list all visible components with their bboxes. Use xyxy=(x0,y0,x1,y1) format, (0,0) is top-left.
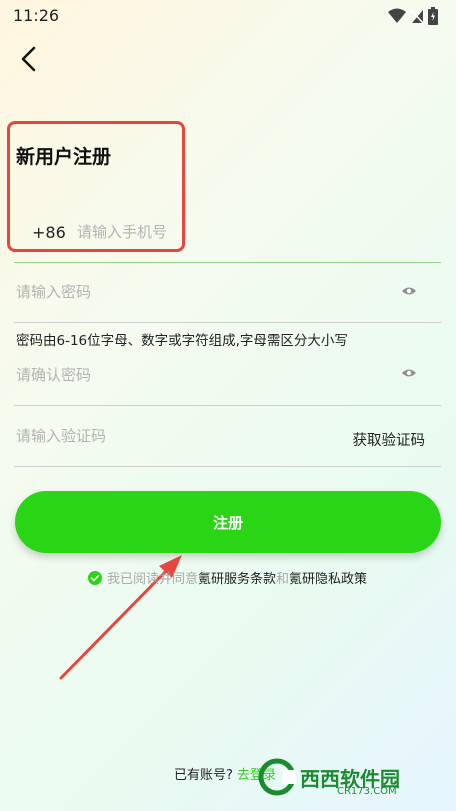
register-button[interactable]: 注册 xyxy=(15,491,441,553)
phone-input[interactable] xyxy=(77,221,337,243)
verification-code-underline xyxy=(14,466,441,467)
privacy-link[interactable]: 氪研隐私政策 xyxy=(289,568,367,587)
phone-input-underline xyxy=(14,262,441,263)
battery-icon xyxy=(428,7,438,25)
no-sim-icon xyxy=(410,9,424,24)
password-input-underline xyxy=(14,322,441,323)
back-arrow-icon[interactable] xyxy=(18,46,42,72)
agreement-row: 我已阅读并同意 氪研服务条款 和 氪研隐私政策 xyxy=(88,568,367,587)
status-icons xyxy=(388,7,438,25)
agreement-prefix: 我已阅读并同意 xyxy=(107,572,199,587)
eye-icon[interactable] xyxy=(402,368,416,378)
terms-link[interactable]: 氪研服务条款 xyxy=(198,568,276,587)
confirm-password-input[interactable] xyxy=(16,364,376,386)
watermark-url: CR173.COM xyxy=(337,786,397,797)
get-code-button[interactable]: 获取验证码 xyxy=(353,429,426,450)
confirm-password-underline xyxy=(14,405,441,406)
country-code[interactable]: +86 xyxy=(32,223,66,242)
status-time: 11:26 xyxy=(13,6,60,25)
password-input[interactable] xyxy=(16,281,376,303)
agreement-and: 和 xyxy=(276,572,290,587)
password-hint: 密码由6-16位字母、数字或字符组成,字母需区分大小写 xyxy=(16,333,348,349)
page-title: 新用户注册 xyxy=(16,146,112,168)
login-prompt: 已有账号? xyxy=(174,768,233,783)
status-bar: 11:26 xyxy=(0,0,456,32)
wifi-icon xyxy=(388,8,406,23)
verification-code-input[interactable] xyxy=(16,425,316,447)
check-circle-icon[interactable] xyxy=(88,570,102,585)
eye-icon[interactable] xyxy=(402,286,416,296)
watermark-logo-icon xyxy=(258,758,296,796)
